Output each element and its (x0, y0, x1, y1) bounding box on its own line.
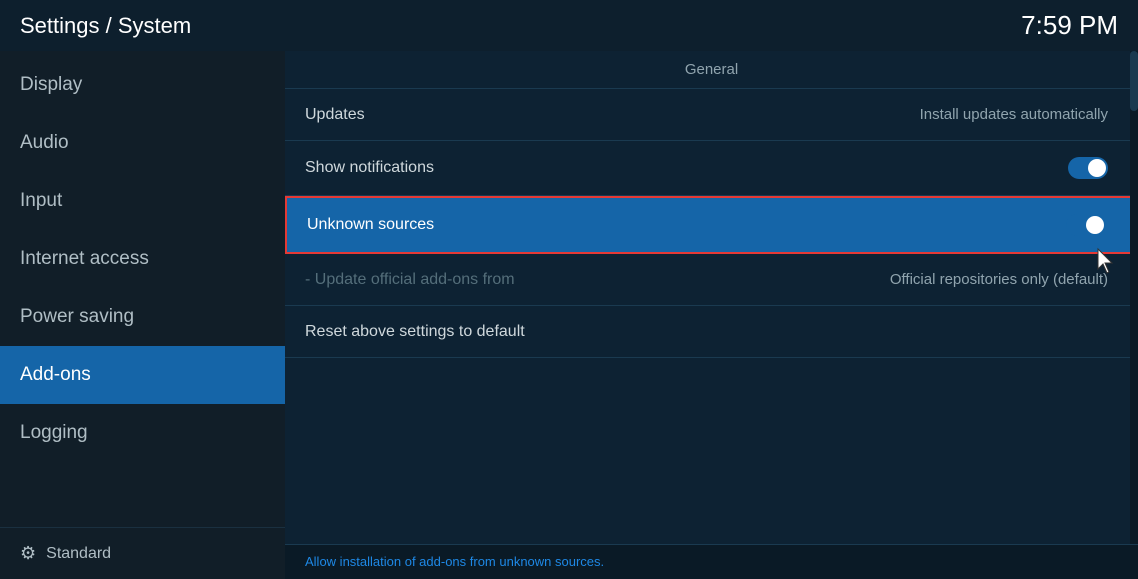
setting-label-updates: Updates (305, 106, 365, 124)
setting-row-show-notifications[interactable]: Show notifications (285, 141, 1138, 196)
header: Settings / System 7:59 PM (0, 0, 1138, 51)
sidebar-item-display[interactable]: Display (0, 56, 285, 114)
page-title: Settings / System (20, 13, 191, 39)
sidebar-footer[interactable]: ⚙ Standard (0, 527, 285, 579)
settings-list: Updates Install updates automatically Show… (285, 89, 1138, 358)
toggle-show-notifications[interactable] (1068, 157, 1108, 179)
sidebar: DisplayAudioInputInternet accessPower sa… (0, 51, 285, 579)
clock: 7:59 PM (1021, 10, 1118, 41)
setting-row-update-official-addons[interactable]: - Update official add-ons from Official r… (285, 254, 1138, 306)
setting-value-update-official-addons: Official repositories only (default) (890, 271, 1108, 288)
hint-text: Allow installation of add-ons from unkno… (305, 554, 604, 569)
toggle-unknown-sources[interactable] (1066, 214, 1106, 236)
scrollbar[interactable] (1130, 51, 1138, 579)
sidebar-item-power-saving[interactable]: Power saving (0, 288, 285, 346)
setting-row-reset-settings[interactable]: Reset above settings to default (285, 306, 1138, 358)
sidebar-item-audio[interactable]: Audio (0, 114, 285, 172)
setting-value-updates: Install updates automatically (920, 106, 1108, 123)
setting-label-unknown-sources: Unknown sources (307, 216, 434, 234)
content-area: General Updates Install updates automatic… (285, 51, 1138, 579)
setting-label-reset-settings: Reset above settings to default (305, 323, 525, 341)
setting-row-updates[interactable]: Updates Install updates automatically (285, 89, 1138, 141)
gear-icon: ⚙ (20, 543, 36, 564)
sidebar-footer-label: Standard (46, 545, 111, 563)
main-container: DisplayAudioInputInternet accessPower sa… (0, 51, 1138, 579)
sidebar-item-add-ons[interactable]: Add-ons (0, 346, 285, 404)
section-header: General (285, 51, 1138, 89)
scrollbar-thumb (1130, 51, 1138, 111)
bottom-hint-bar: Allow installation of add-ons from unkno… (285, 544, 1138, 579)
setting-row-unknown-sources[interactable]: Unknown sources (285, 196, 1138, 254)
sidebar-item-internet-access[interactable]: Internet access (0, 230, 285, 288)
sidebar-item-logging[interactable]: Logging (0, 404, 285, 462)
setting-label-show-notifications: Show notifications (305, 159, 434, 177)
setting-label-update-official-addons: - Update official add-ons from (305, 271, 515, 289)
sidebar-item-input[interactable]: Input (0, 172, 285, 230)
